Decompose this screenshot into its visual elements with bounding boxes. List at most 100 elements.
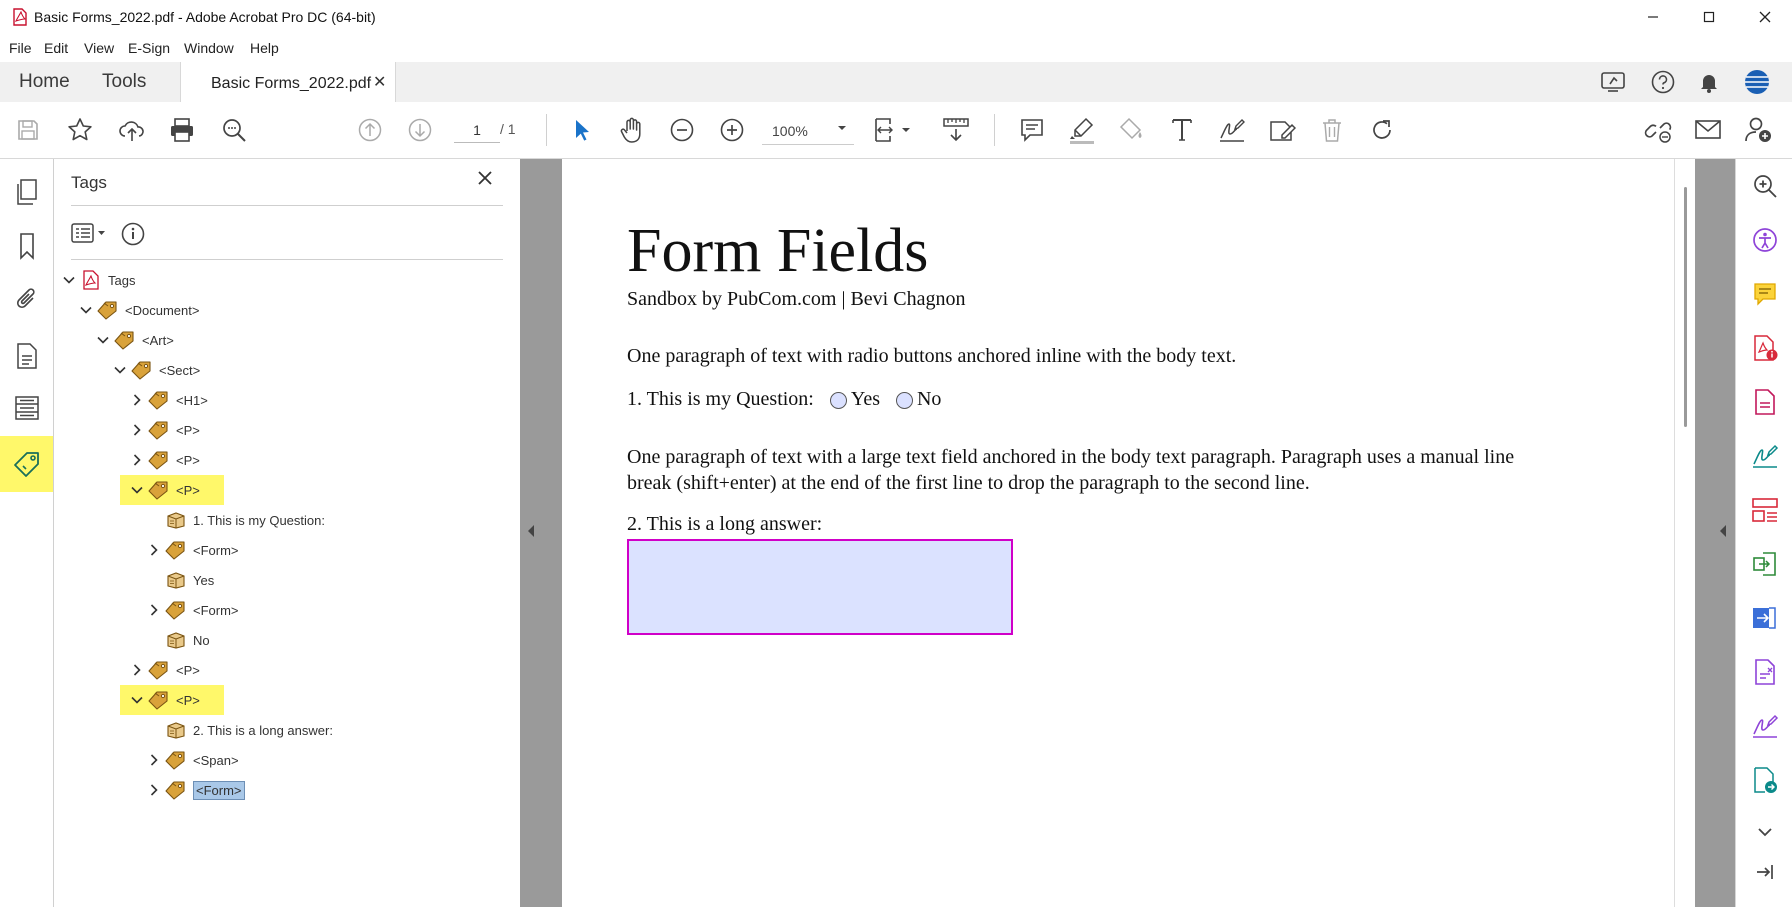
maximize-button[interactable] — [1686, 0, 1732, 34]
close-tab-icon[interactable]: ✕ — [373, 72, 386, 92]
tag-tree-row[interactable]: <P> — [128, 445, 200, 475]
share-link-icon[interactable] — [1644, 116, 1672, 144]
radio-no-button[interactable] — [895, 391, 913, 409]
chevron-down-icon[interactable] — [128, 691, 146, 709]
page-number-input[interactable] — [454, 118, 500, 143]
tag-tree-row[interactable]: <Art> — [94, 325, 174, 355]
select-pointer-icon[interactable] — [568, 116, 596, 144]
previous-page-icon[interactable] — [356, 116, 384, 144]
sign-pen-icon[interactable] — [1218, 116, 1246, 144]
tag-tree-row[interactable]: <H1> — [128, 385, 208, 415]
tag-tree-row[interactable]: <P> — [128, 685, 200, 715]
chevron-right-icon[interactable] — [145, 751, 163, 769]
collapse-right-panel-icon[interactable] — [1718, 524, 1728, 538]
search-zoom-icon[interactable] — [220, 116, 248, 144]
zoom-out-icon[interactable] — [668, 116, 696, 144]
tab-home[interactable]: Home — [19, 71, 70, 93]
request-signature-icon[interactable] — [1750, 711, 1780, 741]
menu-edit[interactable]: Edit — [44, 40, 68, 56]
bookmarks-icon[interactable] — [12, 231, 42, 261]
tag-panel-icon[interactable] — [12, 449, 42, 479]
edit-form-icon[interactable] — [1750, 657, 1780, 687]
save-icon[interactable] — [14, 116, 42, 144]
organize-pages-icon[interactable] — [1750, 495, 1780, 525]
collapse-left-panel-icon[interactable] — [526, 524, 536, 538]
document-properties-icon[interactable] — [12, 341, 42, 371]
edit-stamp-icon[interactable] — [1268, 116, 1296, 144]
chevron-right-icon[interactable] — [145, 781, 163, 799]
tab-document[interactable]: Basic Forms_2022.pdf ✕ — [180, 62, 396, 103]
help-icon[interactable] — [1650, 69, 1676, 95]
chevron-down-icon[interactable] — [128, 481, 146, 499]
cloud-upload-icon[interactable] — [118, 116, 146, 144]
next-page-icon[interactable] — [406, 116, 434, 144]
tag-tree-row[interactable]: <P> — [128, 415, 200, 445]
add-text-icon[interactable] — [1168, 116, 1196, 144]
add-person-icon[interactable] — [1744, 116, 1772, 144]
tag-tree-row[interactable]: <Form> — [145, 595, 239, 625]
chevron-right-icon[interactable] — [128, 421, 146, 439]
create-pdf-icon[interactable] — [1750, 387, 1780, 417]
combine-files-icon[interactable] — [1750, 549, 1780, 579]
chevron-down-icon[interactable] — [94, 331, 112, 349]
menu-help[interactable]: Help — [250, 40, 279, 56]
menu-view[interactable]: View — [84, 40, 114, 56]
tag-tree-row[interactable]: <Span> — [145, 745, 239, 775]
notifications-bell-icon[interactable] — [1697, 70, 1721, 94]
long-answer-text-field[interactable] — [627, 539, 1013, 635]
menu-esign[interactable]: E-Sign — [128, 40, 170, 56]
tag-tree-row[interactable]: 1. This is my Question: — [145, 505, 325, 535]
delete-icon[interactable] — [1318, 116, 1346, 144]
chevron-right-icon[interactable] — [128, 391, 146, 409]
tag-tree-row[interactable]: 2. This is a long answer: — [145, 715, 333, 745]
comment-tool-icon[interactable] — [1750, 279, 1780, 309]
email-icon[interactable] — [1694, 116, 1722, 144]
tag-tree-row[interactable]: Tags — [60, 265, 135, 295]
scrollbar-thumb[interactable] — [1684, 187, 1687, 427]
bookmark-star-icon[interactable] — [66, 116, 94, 144]
export-pdf-icon[interactable] — [1750, 603, 1780, 633]
radio-yes-button[interactable] — [829, 391, 847, 409]
pdf-info-icon[interactable] — [1750, 333, 1780, 363]
tag-tree-row[interactable]: <Form> — [145, 775, 245, 805]
tag-tree-row[interactable]: <Sect> — [111, 355, 200, 385]
comment-icon[interactable] — [1018, 116, 1046, 144]
tag-tree-row[interactable]: <Document> — [77, 295, 199, 325]
collapse-tools-icon[interactable] — [1750, 857, 1780, 887]
zoom-in-icon[interactable] — [718, 116, 746, 144]
tag-tree-row[interactable]: Yes — [145, 565, 214, 595]
tag-tree-row[interactable]: <P> — [128, 655, 200, 685]
chevron-right-icon[interactable] — [145, 601, 163, 619]
chevron-down-icon[interactable] — [77, 301, 95, 319]
close-window-button[interactable] — [1742, 0, 1788, 34]
fill-and-sign-icon[interactable] — [1750, 441, 1780, 471]
tag-tree-row[interactable]: <Form> — [145, 535, 239, 565]
tag-tree-row[interactable]: <P> — [128, 475, 200, 505]
menu-window[interactable]: Window — [184, 40, 234, 56]
content-order-icon[interactable] — [12, 393, 42, 423]
hand-tool-icon[interactable] — [618, 116, 646, 144]
menu-file[interactable]: File — [9, 40, 32, 56]
rotate-icon[interactable] — [1368, 116, 1396, 144]
chevron-right-icon[interactable] — [128, 661, 146, 679]
attachments-icon[interactable] — [12, 285, 42, 315]
share-screen-icon[interactable] — [1600, 70, 1626, 94]
chevron-down-icon[interactable] — [111, 361, 129, 379]
accessibility-icon[interactable] — [1750, 225, 1780, 255]
chevron-down-icon[interactable] — [60, 271, 78, 289]
page-thumbnails-icon[interactable] — [12, 177, 42, 207]
scroll-mode-icon[interactable] — [942, 116, 970, 144]
more-tools-chevron-icon[interactable] — [1750, 817, 1780, 847]
highlighter-icon[interactable] — [1068, 116, 1096, 144]
page-fit-icon[interactable] — [870, 116, 914, 144]
fill-bucket-icon[interactable] — [1118, 116, 1146, 144]
print-icon[interactable] — [168, 116, 196, 144]
send-file-icon[interactable] — [1750, 765, 1780, 795]
chevron-right-icon[interactable] — [128, 451, 146, 469]
search-tools-icon[interactable] — [1750, 171, 1780, 201]
chevron-right-icon[interactable] — [145, 541, 163, 559]
minimize-button[interactable] — [1630, 0, 1676, 34]
tab-tools[interactable]: Tools — [102, 71, 146, 93]
user-globe-icon[interactable] — [1743, 68, 1771, 96]
tag-tree-row[interactable]: No — [145, 625, 210, 655]
